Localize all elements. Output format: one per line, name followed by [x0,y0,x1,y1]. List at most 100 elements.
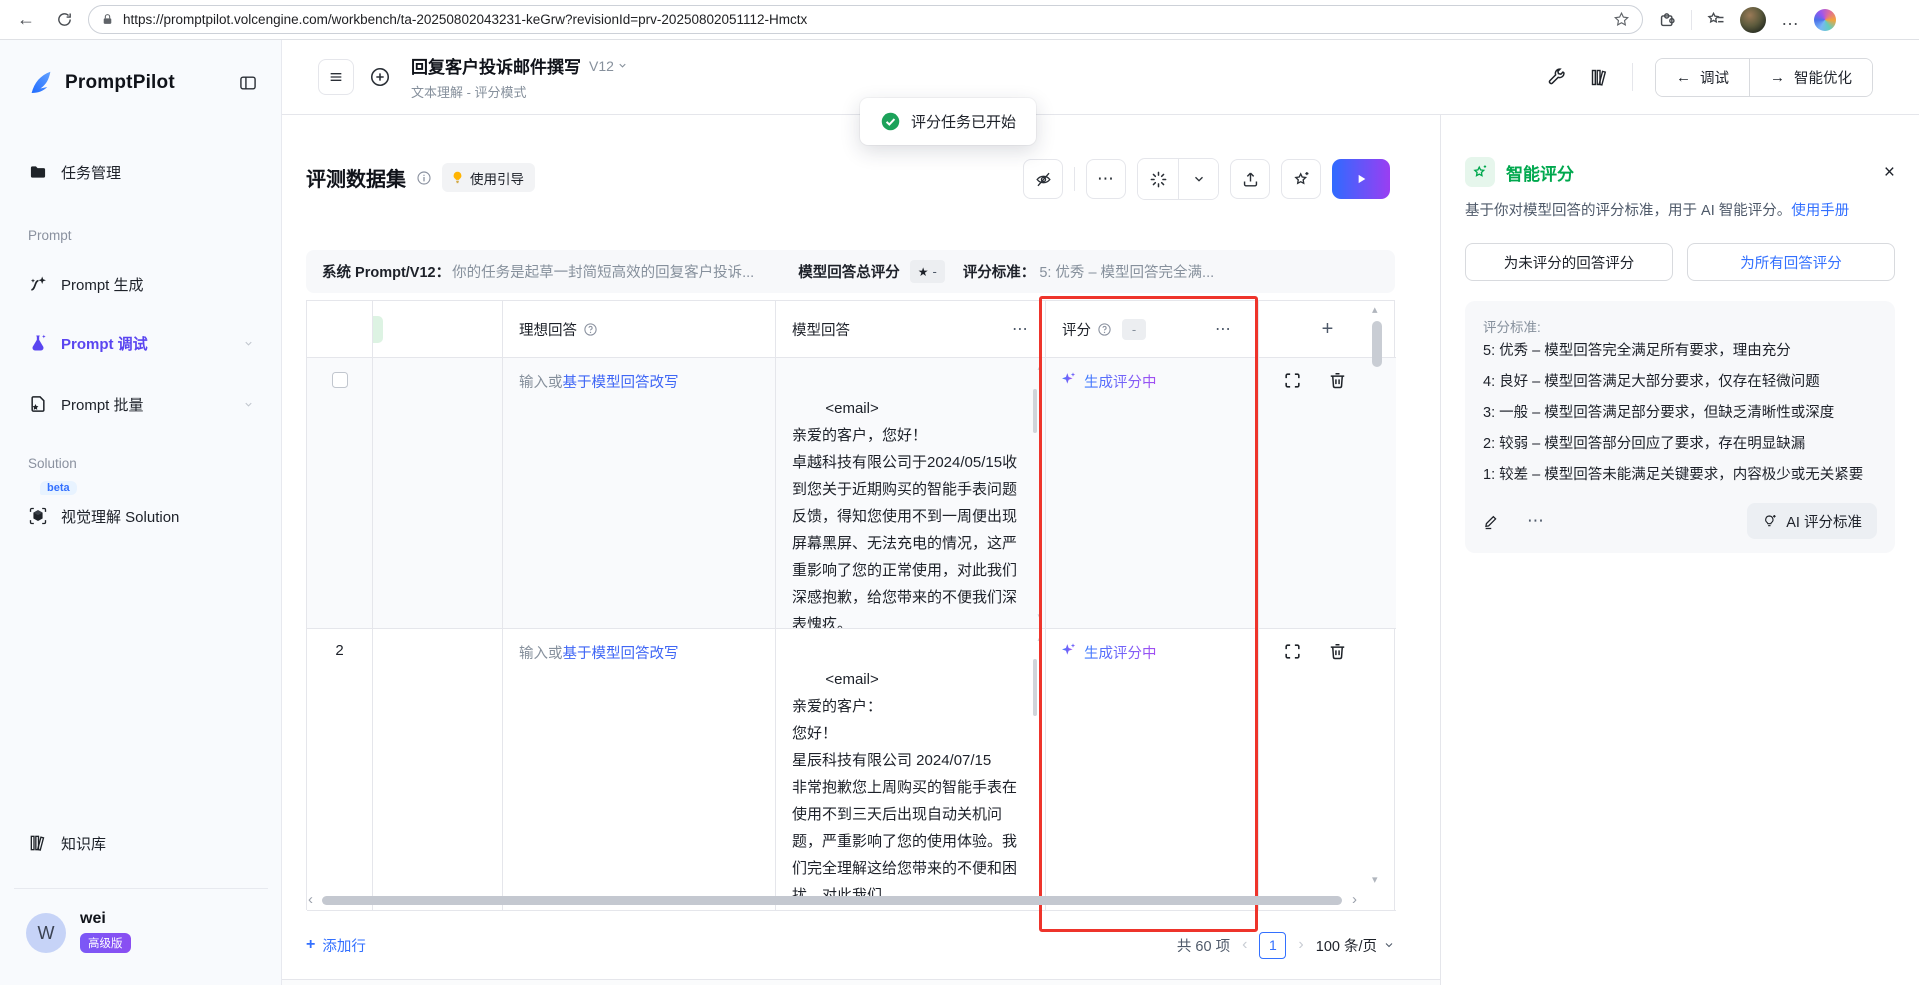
model-answer-label: 模型回答 [792,319,850,340]
cell-scrollbar[interactable] [1033,389,1037,433]
next-page-button[interactable]: › [1298,936,1303,954]
debug-button[interactable]: ← 调试 [1656,59,1749,96]
criteria-more-icon[interactable]: ⋯ [1527,511,1545,531]
favorite-button[interactable] [1281,159,1321,199]
favorites-bar-icon[interactable] [1702,6,1730,34]
row-actions-cell [1259,358,1396,629]
expand-icon[interactable] [1283,371,1302,390]
model-answer-cell[interactable]: <email> 亲爱的客户： 您好！ 星辰科技有限公司 2024/07/15 非… [776,629,1046,911]
browser-menu-icon[interactable]: … [1776,6,1804,34]
check-circle-icon [880,111,901,132]
sidebar-collapse-icon[interactable] [238,73,258,93]
current-page-button[interactable]: 1 [1259,932,1286,959]
add-row-label: 添加行 [322,935,366,956]
sidebar-item-task-management[interactable]: 任务管理 [14,152,268,192]
browser-refresh-icon[interactable] [50,6,78,34]
cell-scroll-up-icon[interactable]: ▴ [1037,363,1042,372]
table-scroll-up-icon[interactable]: ▴ [1372,303,1378,316]
bulb-spark-icon [1762,513,1778,529]
rewrite-from-model-link[interactable]: 基于模型回答改写 [563,646,679,662]
table-scroll-left-icon[interactable]: ‹ [308,891,313,908]
address-bar[interactable]: https://promptpilot.volcengine.com/workb… [88,5,1643,34]
score-all-button[interactable]: 为所有回答评分 [1687,243,1895,281]
delete-icon[interactable] [1328,642,1347,661]
extensions-icon[interactable] [1653,6,1681,34]
sidebar-item-prompt-debug[interactable]: Prompt 调试 [14,323,268,363]
row-input-cell[interactable] [373,629,503,911]
user-avatar[interactable]: W [26,913,66,953]
score-label: 评分 [1062,319,1091,340]
cell-scroll-up-icon[interactable]: ▴ [1037,634,1042,643]
page-title: 回复客户投诉邮件撰写 [411,53,581,78]
add-circle-button[interactable] [369,66,391,88]
usage-guide-chip[interactable]: 使用引导 [442,163,535,192]
sidebar-item-knowledge-base[interactable]: 知识库 [14,823,268,863]
row-input-cell[interactable] [373,358,503,629]
hide-column-button[interactable] [1023,159,1063,199]
rewrite-from-model-link[interactable]: 基于模型回答改写 [563,375,679,391]
smart-optimize-button[interactable]: → 智能优化 [1749,59,1872,96]
cell-scrollbar[interactable] [1033,659,1037,716]
library-icon[interactable] [1589,67,1610,88]
ideal-answer-cell[interactable]: 输入或基于模型回答改写 [503,358,776,629]
run-button[interactable] [1332,159,1390,199]
add-row-button[interactable]: + 添加行 [306,935,366,956]
table-vertical-scrollbar[interactable] [1372,321,1382,367]
sidebar-item-prompt-generate[interactable]: Prompt 生成 [14,264,268,304]
dataset-title: 评测数据集 [306,163,406,192]
edit-pencil-icon[interactable] [1483,512,1501,530]
version-selector[interactable]: V12 [589,58,628,74]
cell-scroll-down-icon[interactable]: ▾ [1037,612,1042,621]
magic-fill-button[interactable] [1138,159,1178,199]
plus-icon: + [306,936,315,954]
header-ideal-answer[interactable]: 理想回答 [503,301,776,358]
browser-profile-avatar[interactable] [1740,7,1766,33]
page-size-select[interactable]: 100 条/页 [1316,935,1395,956]
magic-fill-dropdown[interactable] [1178,159,1218,199]
expand-icon[interactable] [1283,642,1302,661]
header-divider [1632,63,1633,91]
star-icon: ★ [918,265,929,279]
bookmark-star-icon[interactable] [1613,11,1630,28]
scoring-status: 生成评分中 [1084,371,1157,392]
header-model-answer[interactable]: 模型回答 ⋯ [776,301,1046,358]
score-cell[interactable]: 生成评分中 [1046,629,1259,911]
upload-button[interactable] [1230,159,1270,199]
more-actions-button[interactable]: ⋯ [1086,159,1126,199]
copilot-icon[interactable] [1814,9,1836,31]
toast-notification: 评分任务已开始 [860,98,1036,145]
panel-description: 基于你对模型回答的评分标准，用于 AI 智能评分。使用手册 [1465,200,1895,222]
score-filter-badge[interactable]: - [1122,319,1146,340]
column-more-icon[interactable]: ⋯ [1012,319,1029,339]
prev-page-button[interactable]: ‹ [1242,936,1247,954]
row-checkbox[interactable] [332,372,348,388]
total-score-label: 模型回答总评分 [798,261,900,282]
model-answer-cell[interactable]: <email> 亲爱的客户，您好！ 卓越科技有限公司于2024/05/15收到您… [776,358,1046,629]
sidebar-item-vision-solution[interactable]: 视觉理解 Solution [14,496,268,536]
promptpilot-logo-icon [26,68,56,98]
cube-icon [28,506,48,526]
header-score[interactable]: 评分 - ⋯ [1046,301,1259,358]
wrench-icon[interactable] [1546,67,1567,88]
ai-criteria-button[interactable]: AI 评分标准 [1747,503,1877,539]
criteria-line: 4: 良好 – 模型回答满足大部分要求，仅存在轻微问题 [1483,367,1877,398]
delete-icon[interactable] [1328,371,1347,390]
column-more-icon[interactable]: ⋯ [1215,319,1232,339]
browser-back-icon[interactable]: ← [12,6,40,34]
score-unscored-button[interactable]: 为未评分的回答评分 [1465,243,1673,281]
criteria-preview: 5: 优秀 – 模型回答完全满... [1039,261,1379,282]
chevron-down-icon [1192,172,1206,186]
score-cell[interactable]: 生成评分中 [1046,358,1259,629]
table-scroll-down-icon[interactable]: ▾ [1372,873,1378,886]
table-scroll-right-icon[interactable]: › [1352,891,1357,908]
info-icon[interactable] [416,170,432,186]
close-icon[interactable]: × [1884,163,1895,182]
system-prompt-bar[interactable]: 系统 Prompt/V12： 你的任务是起草一封简短高效的回复客户投诉... 模… [306,250,1395,293]
total-score-badge[interactable]: ★ - [910,260,945,283]
table-horizontal-scrollbar[interactable] [322,896,1342,905]
menu-hamburger-button[interactable] [318,59,354,95]
sidebar-item-prompt-batch[interactable]: Prompt 批量 [14,384,268,424]
ideal-answer-cell[interactable]: 输入或基于模型回答改写 [503,629,776,911]
manual-link[interactable]: 使用手册 [1791,203,1849,219]
mode-switch-group: ← 调试 → 智能优化 [1655,58,1873,97]
